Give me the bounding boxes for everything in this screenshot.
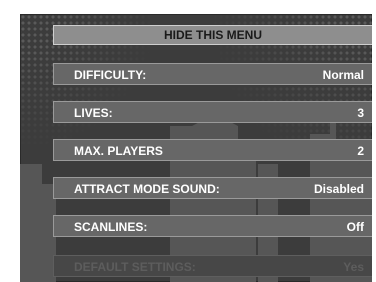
max-players-label: MAX. PLAYERS bbox=[74, 144, 163, 158]
lives-value: 3 bbox=[357, 106, 364, 120]
max-players-value: 2 bbox=[357, 144, 364, 158]
default-settings-label: DEFAULT SETTINGS: bbox=[74, 260, 196, 274]
scanlines-value: Off bbox=[346, 220, 364, 234]
options-menu-screen: HIDE THIS MENU DIFFICULTY: Normal LIVES:… bbox=[20, 14, 372, 282]
max-players-setting[interactable]: MAX. PLAYERS 2 bbox=[53, 139, 372, 161]
attract-mode-sound-setting[interactable]: ATTRACT MODE SOUND: Disabled bbox=[53, 177, 372, 199]
default-settings-setting: DEFAULT SETTINGS: Yes bbox=[53, 255, 372, 277]
scanlines-label: SCANLINES: bbox=[74, 220, 148, 234]
hide-menu-button[interactable]: HIDE THIS MENU bbox=[53, 25, 372, 45]
scanlines-setting[interactable]: SCANLINES: Off bbox=[53, 215, 372, 237]
lives-setting[interactable]: LIVES: 3 bbox=[53, 101, 372, 123]
lives-label: LIVES: bbox=[74, 106, 113, 120]
difficulty-value: Normal bbox=[322, 68, 364, 82]
default-settings-value: Yes bbox=[343, 260, 364, 274]
difficulty-setting[interactable]: DIFFICULTY: Normal bbox=[53, 63, 372, 85]
attract-mode-sound-value: Disabled bbox=[313, 182, 364, 196]
difficulty-label: DIFFICULTY: bbox=[74, 68, 147, 82]
attract-mode-sound-label: ATTRACT MODE SOUND: bbox=[74, 182, 220, 196]
